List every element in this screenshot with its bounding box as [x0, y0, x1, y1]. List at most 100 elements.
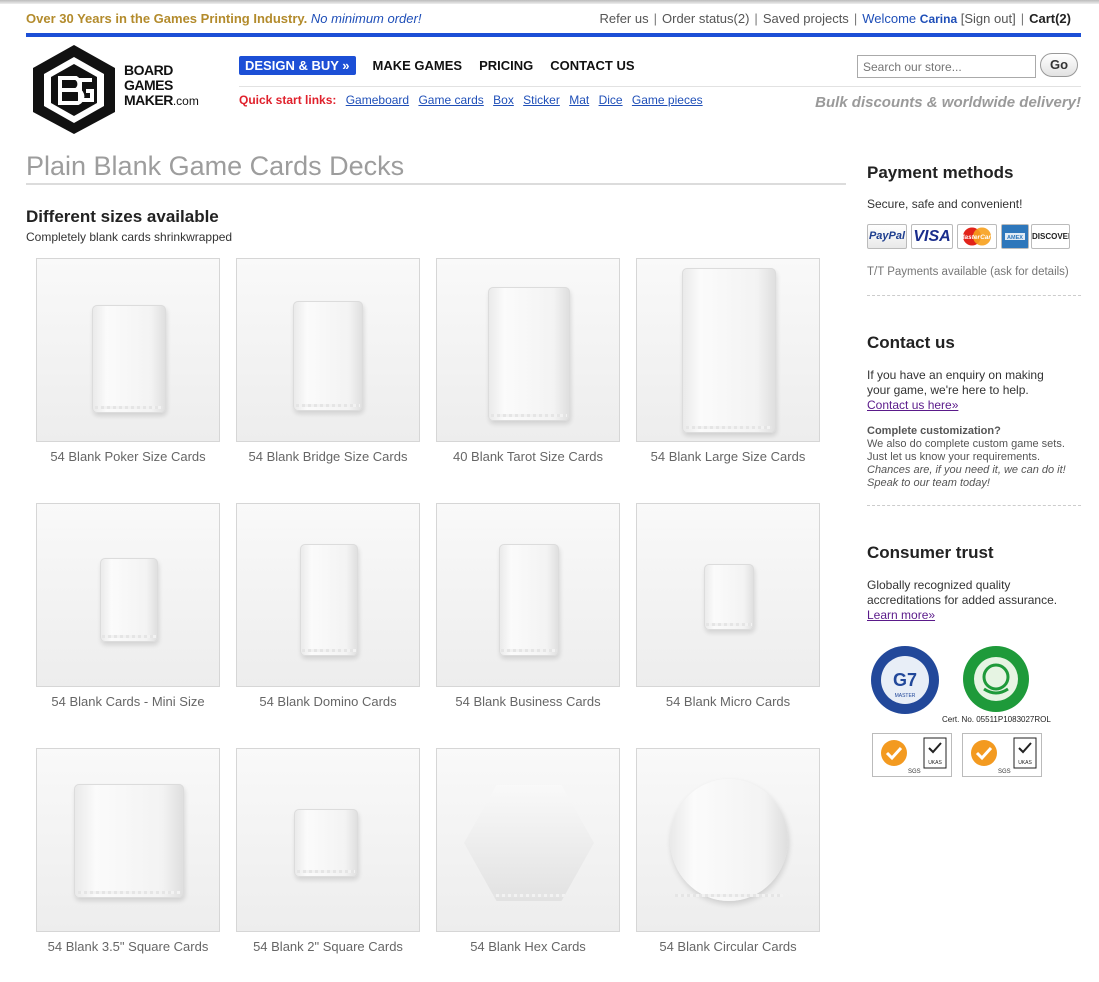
- card-deck-image: [300, 544, 358, 656]
- sgs-ukas-icon: SGS UKAS: [872, 733, 952, 777]
- payment-heading: Payment methods: [867, 163, 1014, 182]
- header-rule: [26, 33, 1081, 37]
- product-image[interactable]: [436, 503, 620, 687]
- product-card-poker[interactable]: 54 Blank Poker Size Cards: [36, 258, 220, 464]
- product-caption[interactable]: 54 Blank Poker Size Cards: [36, 449, 220, 464]
- product-card-square-2[interactable]: 54 Blank 2" Square Cards: [236, 748, 420, 954]
- quick-start-links: Quick start links: Gameboard Game cards …: [239, 93, 703, 107]
- product-image[interactable]: [236, 258, 420, 442]
- ukas-text: UKAS: [928, 760, 942, 766]
- product-image[interactable]: [36, 748, 220, 932]
- ukas-text: UKAS: [1018, 760, 1032, 766]
- product-caption[interactable]: 54 Blank 2" Square Cards: [236, 939, 420, 954]
- product-caption[interactable]: 54 Blank Circular Cards: [636, 939, 820, 954]
- product-card-mini[interactable]: 54 Blank Cards - Mini Size: [36, 503, 220, 709]
- section-title: Different sizes available: [26, 207, 219, 226]
- product-card-domino[interactable]: 54 Blank Domino Cards: [236, 503, 420, 709]
- nav-design-buy[interactable]: DESIGN & BUY »: [239, 55, 356, 75]
- quick-link-sticker[interactable]: Sticker: [523, 93, 560, 107]
- quick-link-gameboard[interactable]: Gameboard: [346, 93, 409, 107]
- separator: |: [1020, 11, 1025, 26]
- product-caption[interactable]: 40 Blank Tarot Size Cards: [436, 449, 620, 464]
- product-image[interactable]: [436, 748, 620, 932]
- product-image[interactable]: [636, 503, 820, 687]
- tt-payment-note: T/T Payments available (ask for details): [867, 266, 1069, 278]
- contact-us-link[interactable]: Contact us here»: [867, 398, 958, 412]
- quick-link-dice[interactable]: Dice: [599, 93, 623, 107]
- g7-seal-sub: MASTER: [895, 693, 916, 699]
- discover-logo: DISCOVER: [1031, 224, 1070, 249]
- promo-no-minimum: No minimum order!: [310, 11, 422, 26]
- product-caption[interactable]: 54 Blank Business Cards: [436, 694, 620, 709]
- page-title: Plain Blank Game Cards Decks: [26, 151, 405, 181]
- quick-link-game-pieces[interactable]: Game pieces: [632, 93, 703, 107]
- product-card-large[interactable]: 54 Blank Large Size Cards: [636, 258, 820, 464]
- card-deck-image: [294, 809, 358, 877]
- username: Carina: [919, 12, 958, 26]
- refer-link[interactable]: Refer us: [599, 11, 648, 26]
- product-card-micro[interactable]: 54 Blank Micro Cards: [636, 503, 820, 709]
- product-caption[interactable]: 54 Blank Bridge Size Cards: [236, 449, 420, 464]
- card-deck-image: [488, 287, 570, 421]
- logo-line-maker: MAKER: [124, 92, 173, 108]
- product-card-bridge[interactable]: 54 Blank Bridge Size Cards: [236, 258, 420, 464]
- nav-pricing[interactable]: PRICING: [479, 58, 533, 73]
- payment-text: Secure, safe and convenient!: [867, 197, 1023, 211]
- contact-body: If you have an enquiry on making your ga…: [867, 368, 1044, 397]
- product-image[interactable]: [636, 258, 820, 442]
- product-image[interactable]: [36, 258, 220, 442]
- card-deck-image: [704, 564, 754, 630]
- nav-contact-us[interactable]: CONTACT US: [550, 58, 634, 73]
- order-status-link[interactable]: Order status(2): [662, 11, 749, 26]
- site-logo[interactable]: BOARD GAMES MAKER.com: [26, 42, 206, 136]
- product-image[interactable]: [236, 748, 420, 932]
- product-caption[interactable]: 54 Blank 3.5" Square Cards: [36, 939, 220, 954]
- product-caption[interactable]: 54 Blank Large Size Cards: [636, 449, 820, 464]
- title-underline: [26, 183, 846, 185]
- discover-text: DISCOVER: [1032, 232, 1070, 241]
- amex-logo: AMEX: [1001, 224, 1029, 249]
- sidebar-divider: [867, 505, 1081, 506]
- separator: |: [754, 11, 758, 26]
- card-deck-image: [74, 784, 184, 898]
- product-caption[interactable]: 54 Blank Micro Cards: [636, 694, 820, 709]
- logo-line-games: GAMES: [124, 77, 173, 93]
- sign-out-link[interactable]: [Sign out]: [961, 11, 1016, 26]
- sgs-ukas-badge-1: SGS UKAS: [872, 733, 952, 782]
- learn-more-link[interactable]: Learn more»: [867, 608, 935, 622]
- amex-text: AMEX: [1007, 235, 1023, 241]
- mastercard-circles-icon: MasterCard: [959, 227, 996, 246]
- circle-deck-image: [670, 779, 788, 901]
- product-card-square-35[interactable]: 54 Blank 3.5" Square Cards: [36, 748, 220, 954]
- product-image[interactable]: [36, 503, 220, 687]
- g7-seal-label: G7: [893, 670, 917, 690]
- search-input[interactable]: [857, 55, 1036, 78]
- product-caption[interactable]: 54 Blank Cards - Mini Size: [36, 694, 220, 709]
- quick-link-mat[interactable]: Mat: [569, 93, 589, 107]
- product-card-tarot[interactable]: 40 Blank Tarot Size Cards: [436, 258, 620, 464]
- nav-divider: [239, 86, 1081, 87]
- product-card-business[interactable]: 54 Blank Business Cards: [436, 503, 620, 709]
- quick-start-label: Quick start links:: [239, 93, 337, 107]
- paypal-logo: PayPal: [867, 224, 907, 249]
- product-card-circular[interactable]: 54 Blank Circular Cards: [636, 748, 820, 954]
- saved-projects-link[interactable]: Saved projects: [763, 11, 849, 26]
- tagline: Bulk discounts & worldwide delivery!: [815, 94, 1081, 111]
- product-image[interactable]: [636, 748, 820, 932]
- nav-make-games[interactable]: MAKE GAMES: [373, 58, 463, 73]
- logo-suffix: .com: [172, 94, 199, 108]
- card-deck-image: [100, 558, 158, 642]
- search-go-button[interactable]: Go: [1040, 53, 1078, 77]
- quick-link-box[interactable]: Box: [493, 93, 514, 107]
- green-seal-icon: [963, 646, 1029, 712]
- product-image[interactable]: [236, 503, 420, 687]
- logo-line-board: BOARD: [124, 62, 173, 78]
- cart-link[interactable]: Cart(2): [1029, 11, 1071, 26]
- product-caption[interactable]: 54 Blank Hex Cards: [436, 939, 620, 954]
- section-subtitle: Completely blank cards shrinkwrapped: [26, 230, 233, 244]
- card-deck-image: [682, 268, 776, 433]
- product-caption[interactable]: 54 Blank Domino Cards: [236, 694, 420, 709]
- product-card-hex[interactable]: 54 Blank Hex Cards: [436, 748, 620, 954]
- quick-link-game-cards[interactable]: Game cards: [418, 93, 483, 107]
- product-image[interactable]: [436, 258, 620, 442]
